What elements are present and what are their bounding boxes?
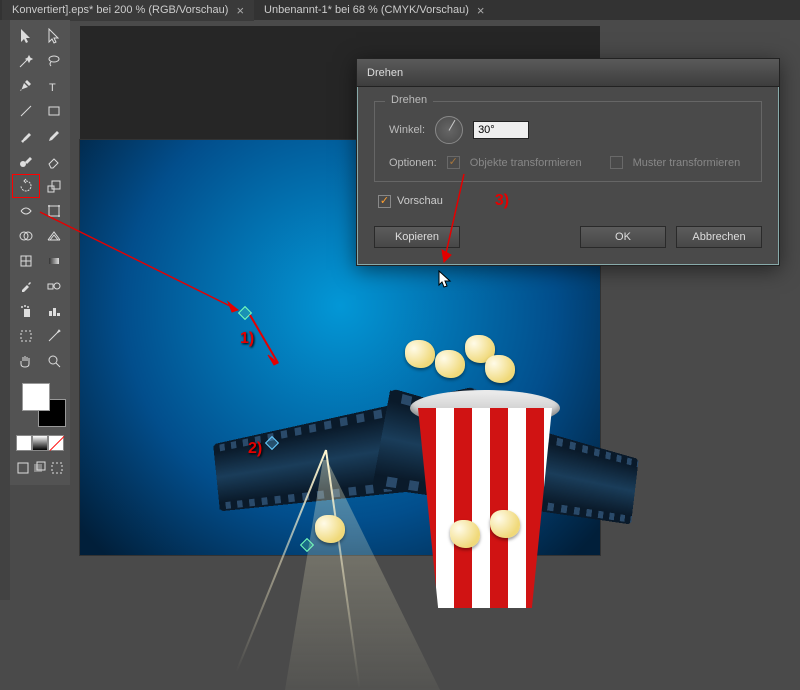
symbol-sprayer-tool[interactable]: [12, 299, 40, 323]
angle-label: Winkel:: [389, 124, 425, 136]
artwork-popcorn: [450, 520, 480, 548]
close-icon[interactable]: ×: [477, 3, 485, 18]
document-tab[interactable]: Unbenannt-1* bei 68 % (CMYK/Vorschau) ×: [254, 0, 494, 21]
transform-objects-checkbox: [447, 156, 460, 169]
button-label: Abbrechen: [692, 231, 745, 243]
none-mode-button[interactable]: [48, 435, 64, 451]
selection-tool[interactable]: [12, 24, 40, 48]
pencil-tool[interactable]: [40, 124, 68, 148]
lasso-tool[interactable]: [40, 49, 68, 73]
annotation-label: 1): [240, 330, 254, 348]
rectangle-tool[interactable]: [40, 99, 68, 123]
preview-label: Vorschau: [397, 195, 443, 207]
width-tool[interactable]: [12, 199, 40, 223]
cancel-button[interactable]: Abbrechen: [676, 226, 762, 248]
hand-tool[interactable]: [12, 349, 40, 373]
tutorial-arrow: [38, 210, 248, 320]
tutorial-arrow: [438, 170, 468, 270]
line-segment-tool[interactable]: [12, 99, 40, 123]
color-swatches: [12, 379, 68, 481]
transform-objects-label: Objekte transformieren: [470, 157, 582, 169]
document-tab-bar: Konvertiert].eps* bei 200 % (RGB/Vorscha…: [0, 0, 800, 20]
artwork-popcorn: [315, 515, 345, 543]
artboard-tool[interactable]: [12, 324, 40, 348]
mesh-tool[interactable]: [12, 249, 40, 273]
preview-checkbox[interactable]: [378, 195, 391, 208]
artwork-popcorn: [490, 510, 520, 538]
transform-patterns-label: Muster transformieren: [633, 157, 741, 169]
eyedropper-tool[interactable]: [12, 274, 40, 298]
paintbrush-tool[interactable]: [12, 124, 40, 148]
rotate-fieldset: Drehen Winkel: Optionen: Objekte transfo…: [374, 101, 762, 182]
dock-rail: [0, 20, 10, 600]
magic-wand-tool[interactable]: [12, 49, 40, 73]
type-tool[interactable]: T: [40, 74, 68, 98]
svg-text:T: T: [49, 82, 56, 94]
dialog-titlebar[interactable]: Drehen: [357, 59, 779, 87]
dialog-title: Drehen: [367, 67, 403, 79]
angle-input[interactable]: [473, 121, 529, 139]
eraser-tool[interactable]: [40, 149, 68, 173]
ok-button[interactable]: OK: [580, 226, 666, 248]
button-label: OK: [615, 231, 631, 243]
tab-label: Unbenannt-1* bei 68 % (CMYK/Vorschau): [264, 4, 469, 16]
fieldset-legend: Drehen: [385, 94, 433, 106]
angle-dial[interactable]: [435, 116, 463, 144]
options-label: Optionen:: [389, 157, 437, 169]
color-mode-button[interactable]: [16, 435, 32, 451]
draw-inside-button[interactable]: [49, 459, 66, 477]
artwork-popcorn: [425, 350, 545, 410]
zoom-tool[interactable]: [40, 349, 68, 373]
annotation-label: 3): [495, 192, 509, 210]
tab-label: Konvertiert].eps* bei 200 % (RGB/Vorscha…: [12, 4, 228, 16]
button-label: Kopieren: [395, 231, 439, 243]
gradient-mode-button[interactable]: [32, 435, 48, 451]
fill-swatch[interactable]: [22, 383, 50, 411]
draw-behind-button[interactable]: [31, 459, 48, 477]
shape-builder-tool[interactable]: [12, 224, 40, 248]
direct-selection-tool[interactable]: [40, 24, 68, 48]
blob-brush-tool[interactable]: [12, 149, 40, 173]
scale-tool[interactable]: [40, 174, 68, 198]
document-tab[interactable]: Konvertiert].eps* bei 200 % (RGB/Vorscha…: [2, 0, 254, 21]
draw-normal-button[interactable]: [14, 459, 31, 477]
annotation-label: 2): [248, 440, 262, 458]
rotate-tool[interactable]: [12, 174, 40, 198]
rotate-dialog: Drehen Drehen Winkel: Optionen: Objekte …: [356, 58, 780, 266]
slice-tool[interactable]: [40, 324, 68, 348]
close-icon[interactable]: ×: [236, 3, 244, 18]
pen-tool[interactable]: [12, 74, 40, 98]
transform-patterns-checkbox: [610, 156, 623, 169]
artwork-popcorn-bucket: [410, 390, 560, 620]
